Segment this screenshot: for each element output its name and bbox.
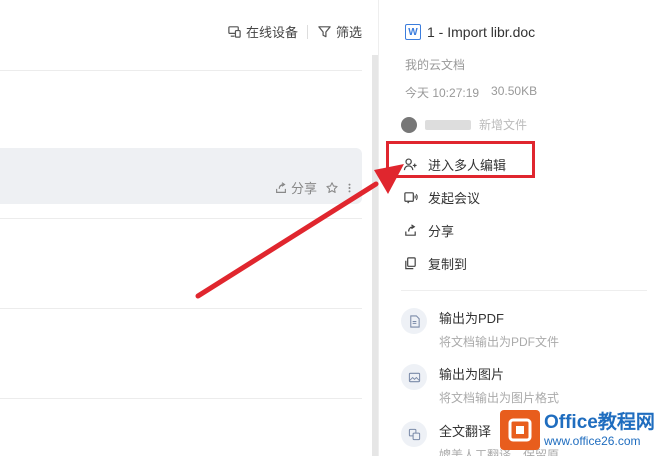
doc-title-text: 1 - Import libr.doc	[427, 24, 536, 40]
feature-title: 输出为图片	[439, 367, 505, 382]
menu-item-meeting[interactable]: 发起会议	[403, 181, 563, 214]
translate-icon	[401, 421, 427, 447]
doc-owner-row: 新增文件	[401, 116, 527, 133]
office-logo-icon	[500, 410, 540, 450]
menu-item-label: 发起会议	[428, 191, 481, 206]
highlight-box	[386, 141, 535, 178]
row-divider	[0, 398, 362, 399]
feature-export-image[interactable]: 输出为图片 将文档输出为图片格式	[401, 364, 559, 406]
online-devices-label: 在线设备	[245, 25, 298, 40]
file-row-actions: 分享	[274, 178, 352, 197]
share-icon	[405, 224, 416, 236]
menu-item-label: 分享	[428, 224, 455, 239]
row-divider	[0, 218, 362, 219]
doc-date: 今天 10:27:19	[405, 86, 480, 100]
owner-action: 新增文件	[479, 118, 528, 132]
devices-icon	[228, 26, 241, 38]
filter-label: 筛选	[335, 25, 362, 40]
menu-item-label: 复制到	[428, 257, 468, 272]
filter-icon	[318, 26, 331, 38]
watermark-url: www.office26.com	[544, 434, 641, 448]
doc-location: 我的云文档	[405, 58, 466, 72]
row-divider	[0, 308, 362, 309]
file-row-share-button[interactable]: 分享	[274, 178, 317, 197]
filter-button[interactable]: 筛选	[317, 22, 362, 41]
watermark-logo: Office教程网 www.office26.com	[500, 404, 665, 456]
toolbar-divider	[306, 24, 308, 39]
copy-icon	[405, 257, 416, 270]
section-divider	[401, 290, 647, 291]
watermark-title: Office教程网	[544, 412, 655, 433]
file-detail-panel: W 1 - Import libr.doc 我的云文档 今天 10:27:19 …	[378, 0, 665, 456]
menu-item-share[interactable]: 分享	[403, 214, 563, 247]
feature-export-pdf[interactable]: 输出为PDF 将文档输出为PDF文件	[401, 308, 559, 350]
file-row-selected[interactable]: 分享	[0, 148, 362, 204]
file-list-toolbar: 在线设备 筛选	[227, 22, 362, 41]
row-divider	[0, 70, 362, 71]
doc-size: 30.50KB	[491, 84, 538, 98]
owner-name-blurred	[425, 119, 471, 130]
meeting-icon	[404, 192, 418, 204]
word-doc-icon: W	[405, 24, 421, 40]
online-devices-button[interactable]: 在线设备	[227, 22, 298, 41]
pdf-icon	[401, 308, 427, 334]
file-list-pane: 在线设备 筛选 分享	[0, 0, 372, 456]
avatar	[401, 116, 417, 133]
doc-meta: 今天 10:27:19 30.50KB	[405, 84, 537, 101]
share-icon	[276, 181, 286, 193]
image-icon	[401, 364, 427, 390]
doc-title: W 1 - Import libr.doc	[405, 24, 535, 40]
feature-desc: 将文档输出为PDF文件	[439, 335, 560, 349]
feature-title: 输出为PDF	[439, 311, 505, 326]
more-icon[interactable]	[347, 181, 352, 195]
star-icon[interactable]	[325, 181, 339, 195]
menu-item-copy-to[interactable]: 复制到	[403, 247, 563, 280]
file-row-share-label: 分享	[290, 181, 317, 196]
